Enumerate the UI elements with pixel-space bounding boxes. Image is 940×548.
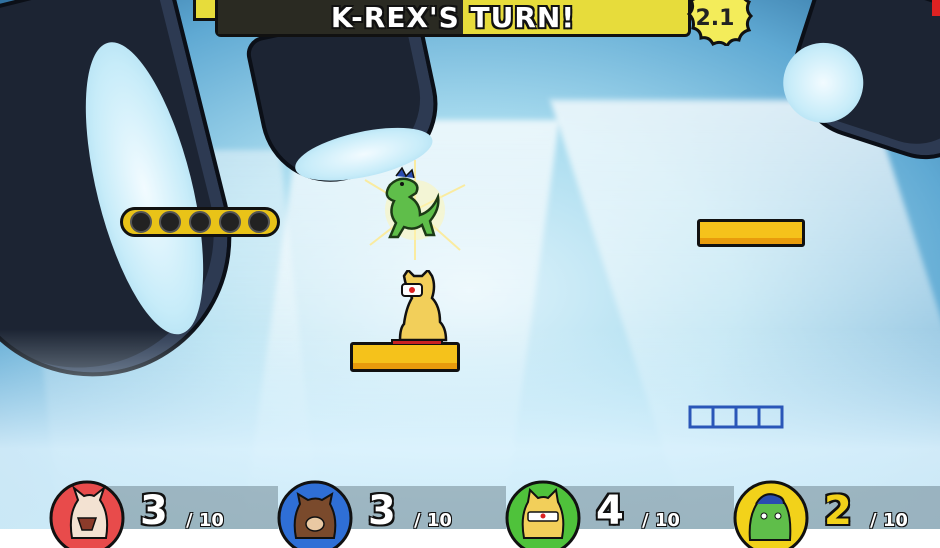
raccoon-avatar-icon <box>277 480 353 548</box>
cat-score-max: / 10 <box>642 510 680 531</box>
corner-indicator <box>932 0 940 16</box>
horse-score-max: / 10 <box>186 510 224 531</box>
k-rex-character <box>364 160 466 260</box>
gear-icon <box>248 211 271 233</box>
game-stage <box>0 0 940 529</box>
turn-text: K-REX'S TURN! <box>330 0 576 34</box>
player-hud-raccoon: 3 / 10 <box>276 478 506 548</box>
krex-score-max: / 10 <box>870 510 908 531</box>
player-hud-horse: 3 / 10 <box>48 478 278 548</box>
player-hud-krex: 2 / 10 <box>732 478 940 548</box>
timer-value: 2.1 <box>695 6 735 31</box>
krex-score: 2 <box>824 488 852 534</box>
horse-avatar-icon <box>49 480 125 548</box>
platform-right <box>697 219 805 247</box>
turn-timer: 2.1 <box>676 0 754 49</box>
conveyor-belt-platform <box>120 207 280 237</box>
dinosaur-avatar-icon <box>733 480 809 548</box>
gear-icon <box>188 211 211 233</box>
gear-icon <box>159 211 182 233</box>
cat-score: 4 <box>596 488 624 534</box>
turn-banner: K-REX'S TURN! <box>215 0 691 37</box>
platform-center <box>350 342 460 372</box>
cat-avatar-icon <box>505 480 581 548</box>
raccoon-score-max: / 10 <box>414 510 452 531</box>
player-hud-cat: 4 / 10 <box>504 478 734 548</box>
gear-icon <box>218 211 241 233</box>
horse-score: 3 <box>140 488 168 534</box>
cat-character <box>391 270 448 345</box>
fence-hazard <box>688 405 784 429</box>
gear-icon <box>129 211 152 233</box>
raccoon-score: 3 <box>368 488 396 534</box>
